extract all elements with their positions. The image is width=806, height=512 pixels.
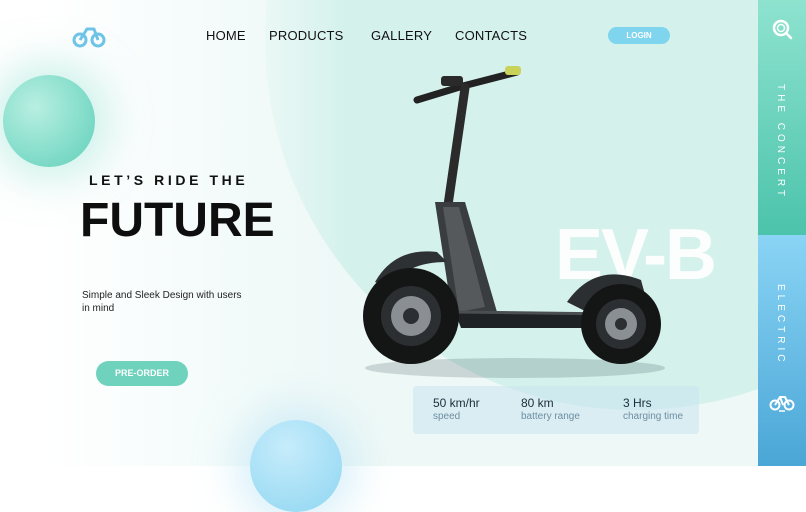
landing-page: HOME PRODUCTS GALLERY CONTACTS LOGIN LET… — [0, 0, 806, 512]
spec-label: speed — [433, 411, 461, 422]
hero-description: Simple and Sleek Design with users in mi… — [82, 290, 242, 314]
spec-charging-time: 3 Hrs charging time — [623, 396, 683, 422]
nav-home[interactable]: HOME — [206, 28, 246, 43]
decorative-bubble-bottom — [250, 420, 342, 512]
login-button[interactable]: LOGIN — [608, 27, 670, 44]
nav-contacts[interactable]: CONTACTS — [455, 28, 527, 43]
decorative-bubble-top — [3, 75, 95, 167]
spec-value: 80 km — [521, 396, 554, 410]
spec-speed: 50 km/hr speed — [433, 396, 480, 422]
spec-value: 3 Hrs — [623, 396, 652, 410]
bike-icon[interactable] — [769, 392, 795, 414]
search-icon[interactable] — [771, 18, 793, 40]
bike-logo-icon[interactable] — [72, 25, 106, 49]
spec-label: battery range — [521, 411, 580, 422]
nav-products[interactable]: PRODUCTS — [269, 28, 344, 43]
nav-gallery[interactable]: GALLERY — [371, 28, 432, 43]
hero-title: FUTURE — [80, 194, 275, 247]
scooter-image — [363, 66, 665, 378]
specs-panel: 50 km/hr speed 80 km battery range 3 Hrs… — [413, 386, 699, 434]
spec-label: charging time — [623, 411, 684, 422]
sidebar-label-electric[interactable]: ELECTRIC — [775, 284, 786, 365]
sidebar-label-concert[interactable]: THE CONCERT — [775, 84, 786, 200]
hero-tagline: LET’S RIDE THE — [89, 172, 249, 188]
spec-battery-range: 80 km battery range — [521, 396, 580, 422]
spec-value: 50 km/hr — [433, 396, 480, 410]
pre-order-button[interactable]: PRE-ORDER — [96, 361, 188, 386]
